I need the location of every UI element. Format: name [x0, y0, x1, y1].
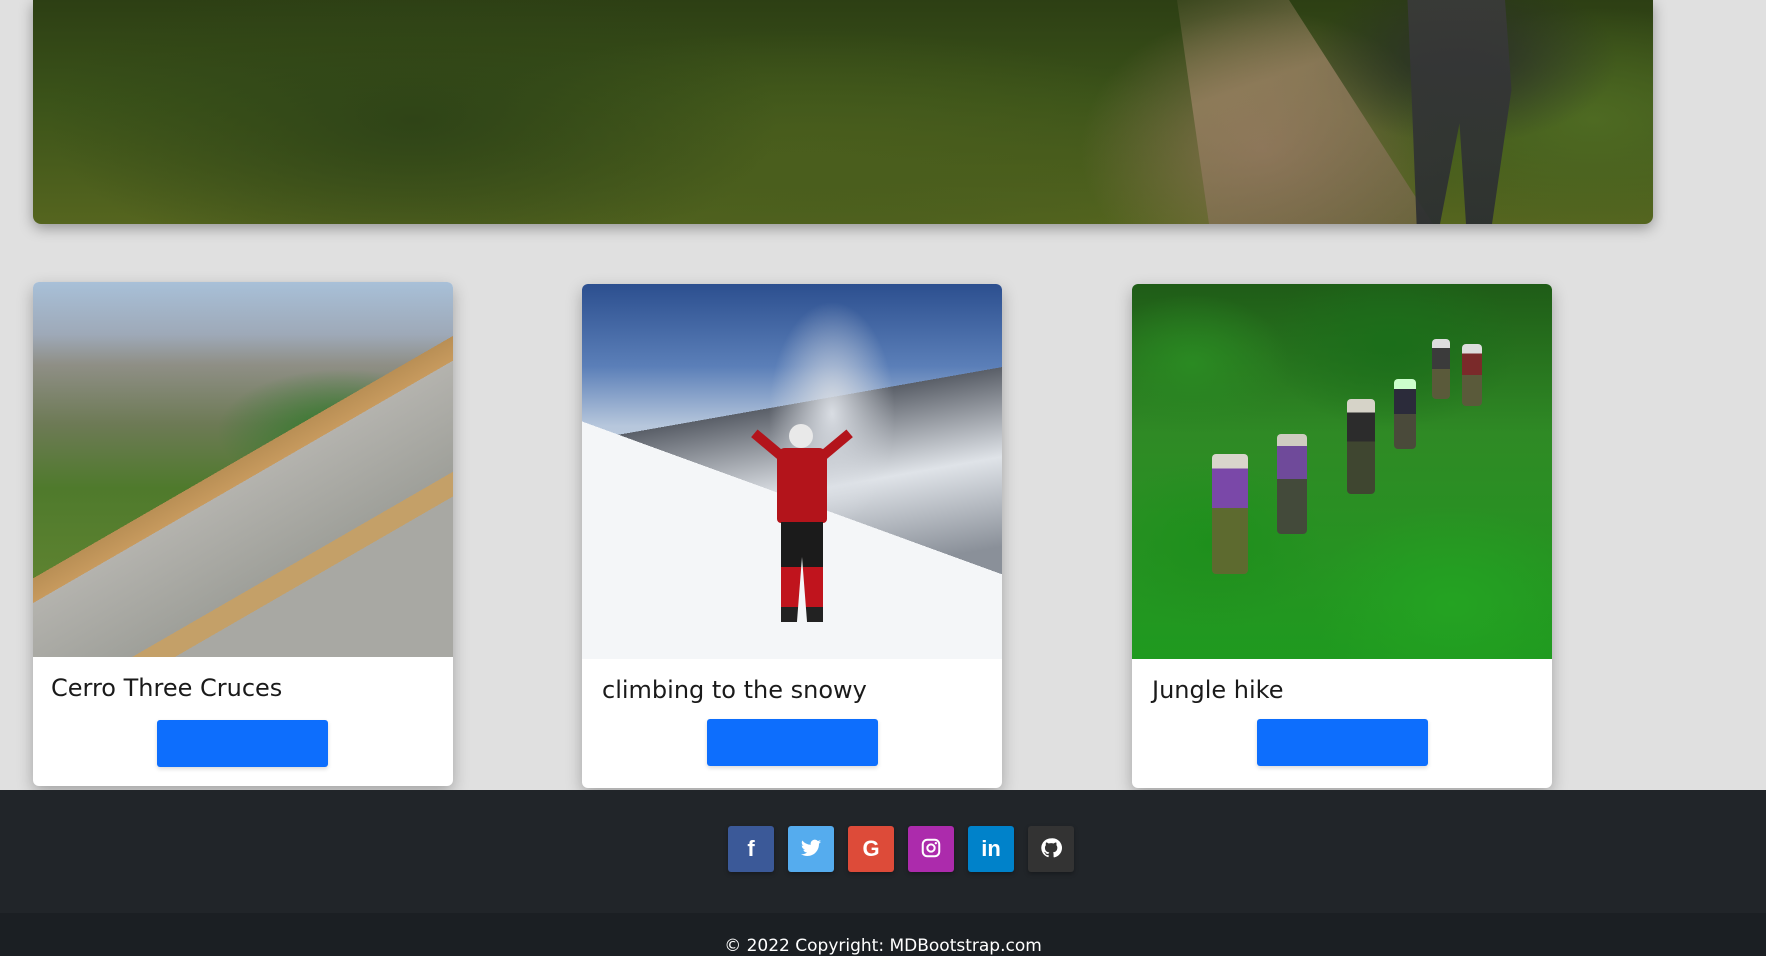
google-button[interactable]: G — [848, 826, 894, 872]
hiker-figure — [1394, 379, 1416, 449]
social-buttons: f G in — [728, 826, 1074, 872]
card-button[interactable] — [1257, 719, 1428, 766]
hiker-figure — [1212, 454, 1248, 574]
hiker-figure — [1462, 344, 1482, 406]
instagram-button[interactable] — [908, 826, 954, 872]
twitter-icon — [800, 837, 822, 862]
facebook-button[interactable]: f — [728, 826, 774, 872]
github-icon — [1040, 837, 1062, 862]
twitter-button[interactable] — [788, 826, 834, 872]
facebook-icon: f — [747, 836, 755, 861]
linkedin-icon: in — [981, 836, 1001, 861]
copyright-text: © 2022 Copyright: MDBootstrap.com — [724, 936, 1042, 956]
instagram-icon — [920, 837, 942, 862]
card-title: climbing to the snowy — [602, 676, 867, 704]
card-image — [582, 284, 1002, 659]
card-button[interactable] — [707, 719, 878, 766]
hiker-figure — [1432, 339, 1450, 399]
hiker-figure — [1347, 399, 1375, 494]
hero-image — [33, 0, 1653, 224]
hiker-figure — [1277, 434, 1307, 534]
card-image — [33, 282, 453, 657]
linkedin-button[interactable]: in — [968, 826, 1014, 872]
github-button[interactable] — [1028, 826, 1074, 872]
card-title: Jungle hike — [1152, 676, 1284, 704]
climber-figure — [751, 424, 853, 639]
card-button[interactable] — [157, 720, 328, 767]
card-jungle-hike: Jungle hike — [1132, 284, 1552, 788]
hero-trail — [1177, 0, 1433, 224]
card-cerro-three-cruces: Cerro Three Cruces — [33, 282, 453, 786]
card-title: Cerro Three Cruces — [51, 674, 283, 702]
page: Cerro Three Cruces climbing to the snowy — [0, 0, 1766, 956]
google-icon: G — [862, 836, 880, 861]
card-climbing-snowy: climbing to the snowy — [582, 284, 1002, 788]
card-image — [1132, 284, 1552, 659]
